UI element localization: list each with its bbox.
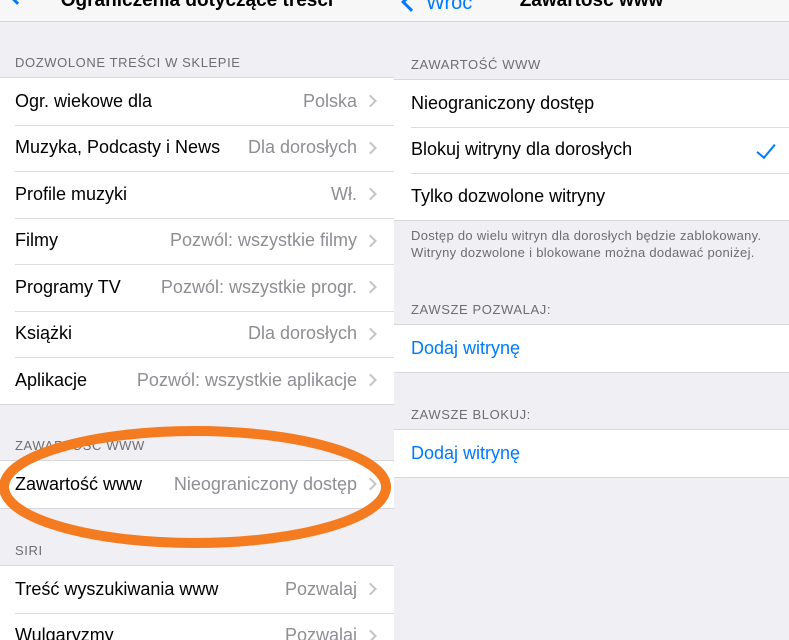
always-allow-group: Dodaj witrynę [394, 324, 789, 373]
web-content-group: Zawartość www Nieograniczony dostęp [0, 460, 394, 509]
content-restrictions-pane: Ograniczenia dotyczące treści DOZWOLONE … [0, 0, 394, 640]
row-value: Dla dorosłych [247, 137, 357, 158]
web-content-pane: Wróć Zawartość www ZAWARTOŚĆ WWW Nieogra… [394, 0, 789, 640]
row-apps[interactable]: Aplikacje Pozwól: wszystkie aplikacje [0, 357, 394, 404]
row-value: Pozwól: wszystkie filmy [169, 230, 357, 251]
row-label: Zawartość www [15, 473, 143, 494]
store-content-group: Ogr. wiekowe dla Polska Muzyka, Podcasty… [0, 77, 394, 405]
option-label: Nieograniczony dostęp [411, 92, 595, 113]
row-value: Pozwól: wszystkie progr. [160, 276, 357, 297]
row-label: Ogr. wiekowe dla [15, 90, 153, 111]
chevron-right-icon [364, 629, 377, 640]
option-limit-adult-websites[interactable]: Blokuj witryny dla dorosłych [394, 126, 789, 174]
chevron-right-icon [364, 373, 377, 387]
section-header-web-content: ZAWARTOŚĆ WWW [15, 438, 145, 453]
row-value: Wł. [331, 183, 357, 204]
row-value: Dla dorosłych [247, 323, 357, 344]
row-label: Programy TV [15, 276, 121, 297]
navigation-bar: Wróć Zawartość www [394, 0, 789, 22]
row-web-content[interactable]: Zawartość www Nieograniczony dostęp [0, 461, 394, 508]
chevron-right-icon [364, 582, 377, 596]
web-content-options-group: Nieograniczony dostęp Blokuj witryny dla… [394, 79, 789, 221]
section-header-siri: SIRI [15, 543, 43, 558]
row-music-podcasts-news[interactable]: Muzyka, Podcasty i News Dla dorosłych [0, 124, 394, 172]
row-books[interactable]: Książki Dla dorosłych [0, 310, 394, 358]
chevron-right-icon [364, 187, 377, 201]
row-label: Profile muzyki [15, 183, 128, 204]
row-label: Muzyka, Podcasty i News [15, 137, 221, 158]
chevron-right-icon [364, 477, 377, 491]
row-age-ratings[interactable]: Ogr. wiekowe dla Polska [0, 78, 394, 125]
chevron-right-icon [364, 141, 377, 155]
section-header-always-block: ZAWSZE BLOKUJ: [411, 407, 531, 422]
add-allowed-website-button[interactable]: Dodaj witrynę [394, 325, 789, 372]
row-web-search-content[interactable]: Treść wyszukiwania www Pozwalaj [0, 566, 394, 613]
siri-group: Treść wyszukiwania www Pozwalaj Wulgaryz… [0, 565, 394, 640]
row-value: Polska [302, 90, 357, 111]
page-title: Ograniczenia dotyczące treści [60, 0, 334, 11]
row-value: Pozwól: wszystkie aplikacje [136, 369, 357, 390]
chevron-right-icon [364, 280, 377, 294]
option-label: Blokuj witryny dla dorosłych [411, 139, 633, 160]
page-title: Zawartość www [519, 0, 664, 11]
section-header-web-content: ZAWARTOŚĆ WWW [411, 57, 541, 72]
row-label: Treść wyszukiwania www [15, 578, 219, 599]
chevron-right-icon [364, 234, 377, 248]
row-movies[interactable]: Filmy Pozwól: wszystkie filmy [0, 217, 394, 265]
always-block-group: Dodaj witrynę [394, 429, 789, 478]
row-label: Aplikacje [15, 369, 88, 390]
add-blocked-website-button[interactable]: Dodaj witrynę [394, 430, 789, 477]
row-value: Pozwalaj [284, 578, 357, 599]
row-explicit-language[interactable]: Wulgaryzmy Pozwalaj [0, 612, 394, 640]
section-header-always-allow: ZAWSZE POZWALAJ: [411, 302, 552, 317]
add-website-label: Dodaj witrynę [411, 442, 521, 463]
chevron-right-icon [364, 327, 377, 341]
row-label: Wulgaryzmy [15, 625, 114, 640]
section-footer: Dostęp do wielu witryn dla dorosłych będ… [411, 228, 762, 260]
row-label: Książki [15, 323, 73, 344]
chevron-right-icon [364, 94, 377, 108]
option-allowed-websites-only[interactable]: Tylko dozwolone witryny [394, 173, 789, 220]
row-tv-shows[interactable]: Programy TV Pozwól: wszystkie progr. [0, 264, 394, 311]
add-website-label: Dodaj witrynę [411, 337, 521, 358]
row-value: Nieograniczony dostęp [173, 473, 357, 494]
section-header-store-content: DOZWOLONE TREŚCI W SKLEPIE [15, 55, 241, 70]
option-unrestricted-access[interactable]: Nieograniczony dostęp [394, 80, 789, 127]
navigation-bar: Ograniczenia dotyczące treści [0, 0, 394, 22]
row-value: Pozwalaj [284, 625, 357, 640]
option-label: Tylko dozwolone witryny [411, 185, 606, 206]
row-label: Filmy [15, 230, 58, 251]
checkmark-icon [756, 138, 776, 159]
row-music-profiles[interactable]: Profile muzyki Wł. [0, 171, 394, 218]
